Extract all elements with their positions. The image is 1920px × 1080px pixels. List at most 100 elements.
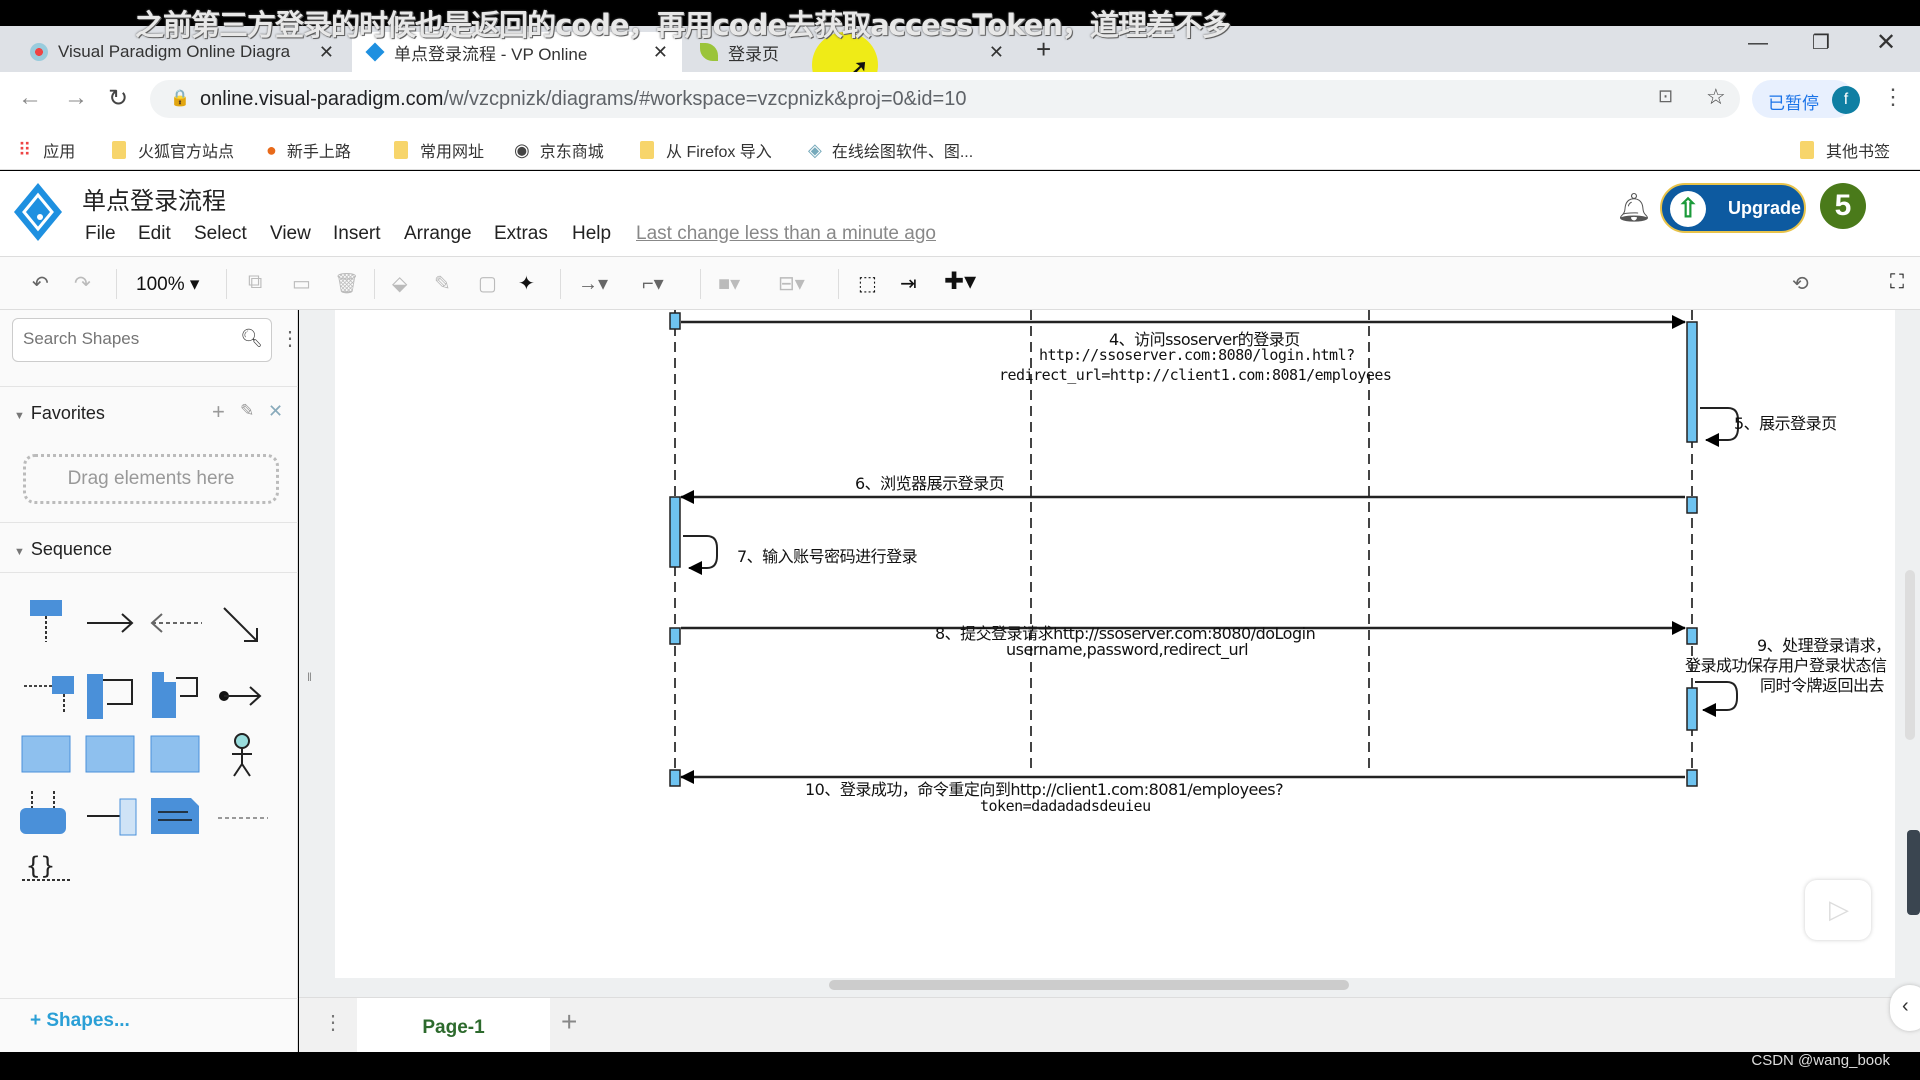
shape-continuation[interactable] xyxy=(87,798,137,836)
activation-sso-4[interactable] xyxy=(1686,687,1698,731)
close-window-icon[interactable]: ✕ xyxy=(1876,28,1896,57)
shape-diagonal-message[interactable] xyxy=(223,607,258,642)
menu-select[interactable]: Select xyxy=(194,223,247,245)
activation-sso-1[interactable] xyxy=(1686,321,1698,443)
menu-insert[interactable]: Insert xyxy=(333,223,381,245)
message-6-label[interactable]: 6、浏览器展示登录页 xyxy=(855,470,1005,494)
waypoint-style-icon[interactable]: ⌐▾ xyxy=(642,271,664,296)
fit-width-icon[interactable]: ⇥ xyxy=(900,271,917,296)
undo-icon[interactable]: ↶ xyxy=(32,271,49,296)
more-shapes-button[interactable]: + Shapes... xyxy=(30,1010,130,1032)
sidebar-resize-handle[interactable]: ‖ xyxy=(307,670,312,684)
upgrade-button[interactable]: ⇧ Upgrade xyxy=(1660,183,1806,233)
collapse-panel-button[interactable]: ‹ xyxy=(1890,985,1920,1031)
activation-sso-2[interactable] xyxy=(1686,496,1698,514)
align-icon[interactable]: ⊟▾ xyxy=(778,271,805,296)
bookmark-star-icon[interactable]: ☆ xyxy=(1706,84,1726,110)
shape-combined-fragment[interactable] xyxy=(21,735,71,773)
bookmark-item[interactable]: ◈ 在线绘图软件、图... xyxy=(808,138,973,162)
browser-menu-icon[interactable]: ⋮ xyxy=(1882,84,1904,110)
vertical-scrollbar[interactable] xyxy=(1905,570,1915,740)
profile-avatar[interactable]: f xyxy=(1832,86,1860,114)
add-page-icon[interactable]: + xyxy=(561,1006,577,1038)
format-painter-icon[interactable]: ✦ xyxy=(518,271,535,296)
close-favorites-icon[interactable]: ✕ xyxy=(268,401,283,422)
message-9-arrow[interactable] xyxy=(1695,681,1738,717)
zoom-select[interactable]: 100% ▾ xyxy=(136,273,199,296)
activation-browser-2[interactable] xyxy=(669,496,681,568)
message-5-label[interactable]: 5、展示登录页 xyxy=(1734,410,1837,434)
menu-file[interactable]: File xyxy=(85,223,116,245)
bookmark-apps[interactable]: ⠿ 应用 xyxy=(18,138,75,162)
insert-plus-icon[interactable]: ✚▾ xyxy=(944,267,976,296)
shape-frame[interactable] xyxy=(150,735,200,773)
menu-edit[interactable]: Edit xyxy=(138,223,171,245)
paste-icon[interactable]: ▭ xyxy=(292,271,311,296)
sidebar-more-icon[interactable]: ⋮ xyxy=(280,326,300,351)
video-play-icon[interactable]: ▷ xyxy=(1805,880,1871,940)
fill-color-icon[interactable]: ⬙ xyxy=(392,271,407,296)
shape-found-message[interactable] xyxy=(219,686,262,706)
forward-icon[interactable]: → xyxy=(64,84,88,112)
page-tab-active[interactable]: Page-1 xyxy=(357,998,550,1053)
delete-icon[interactable]: 🗑︎ xyxy=(334,271,359,296)
edit-favorite-icon[interactable]: ✎ xyxy=(240,401,254,421)
bookmark-other[interactable]: 其他书签 xyxy=(1800,138,1890,162)
activation-browser-1[interactable] xyxy=(669,312,681,330)
favorites-header[interactable]: ▼ Favorites xyxy=(14,403,105,424)
connector-style-icon[interactable]: →▾ xyxy=(578,271,608,296)
line-color-icon[interactable]: ✎ xyxy=(434,271,451,296)
bookmark-item[interactable]: 从 Firefox 导入 xyxy=(640,138,772,162)
message-7-label[interactable]: 7、输入账号密码进行登录 xyxy=(737,543,918,567)
redo-icon[interactable]: ↷ xyxy=(74,271,91,296)
bookmark-item[interactable]: ◉ 京东商城 xyxy=(514,138,604,162)
search-shapes-input[interactable] xyxy=(13,319,213,359)
menu-help[interactable]: Help xyxy=(572,223,611,245)
minimize-icon[interactable]: — xyxy=(1748,32,1768,55)
shape-create-message[interactable] xyxy=(24,676,74,714)
close-tab-icon[interactable]: ✕ xyxy=(989,42,1004,63)
copy-icon[interactable]: ⧉ xyxy=(248,271,262,294)
activation-sso-3[interactable] xyxy=(1686,627,1698,645)
bookmark-item[interactable]: 火狐官方站点 xyxy=(112,138,234,162)
restore-icon[interactable]: ❐ xyxy=(1812,30,1830,55)
diagram-canvas[interactable]: 4、访问ssoserver的登录页 http://ssoserver.com:8… xyxy=(335,310,1895,978)
shape-constraint[interactable]: {} xyxy=(22,852,72,881)
user-badge[interactable]: 5 xyxy=(1820,183,1866,229)
fullscreen-icon[interactable]: ⛶ xyxy=(1890,271,1904,294)
reload-icon[interactable]: ↻ xyxy=(108,84,128,113)
shape-gate[interactable] xyxy=(20,791,66,834)
page-menu-icon[interactable]: ⋮ xyxy=(323,1010,343,1035)
shape-interaction-use[interactable] xyxy=(85,735,135,773)
back-icon[interactable]: ← xyxy=(18,84,42,112)
menu-view[interactable]: View xyxy=(270,223,311,245)
menu-extras[interactable]: Extras xyxy=(494,223,548,245)
sequence-header[interactable]: ▼ Sequence xyxy=(14,539,112,560)
activation-browser-3[interactable] xyxy=(669,627,681,645)
shape-note[interactable] xyxy=(151,798,199,834)
shape-self-message[interactable] xyxy=(87,674,133,719)
select-area-icon[interactable]: ⬚ xyxy=(858,271,877,296)
shape-message[interactable] xyxy=(87,613,134,633)
bookmark-item[interactable]: ● 新手上路 xyxy=(266,138,351,162)
shape-lifeline[interactable] xyxy=(30,600,62,642)
close-tab-icon[interactable]: ✕ xyxy=(653,42,668,63)
activation-sso-5[interactable] xyxy=(1686,769,1698,787)
add-favorite-icon[interactable]: + xyxy=(212,399,225,425)
shadow-icon[interactable]: ▢ xyxy=(478,271,497,296)
shape-reply-message[interactable] xyxy=(150,613,202,633)
last-change-link[interactable]: Last change less than a minute ago xyxy=(636,223,936,245)
document-title[interactable]: 单点登录流程 xyxy=(82,181,226,216)
notification-bell-icon[interactable]: 🔔︎ xyxy=(1616,191,1652,224)
shape-recursive-message[interactable] xyxy=(152,672,198,718)
url-field[interactable]: 🔒 online.visual-paradigm.com/w/vzcpnizk/… xyxy=(150,80,1740,118)
translate-icon[interactable]: ⊡ xyxy=(1658,86,1673,107)
message-7-arrow[interactable] xyxy=(683,535,718,575)
menu-arrange[interactable]: Arrange xyxy=(404,223,472,245)
horizontal-scrollbar[interactable] xyxy=(829,980,1349,990)
search-shapes-field[interactable]: 🔍︎ xyxy=(12,318,272,362)
arrange-front-icon[interactable]: ■▾ xyxy=(718,271,740,296)
search-icon[interactable]: 🔍︎ xyxy=(240,328,263,349)
favorites-drop-zone[interactable]: Drag elements here xyxy=(23,454,279,504)
bookmark-item[interactable]: 常用网址 xyxy=(394,138,484,162)
